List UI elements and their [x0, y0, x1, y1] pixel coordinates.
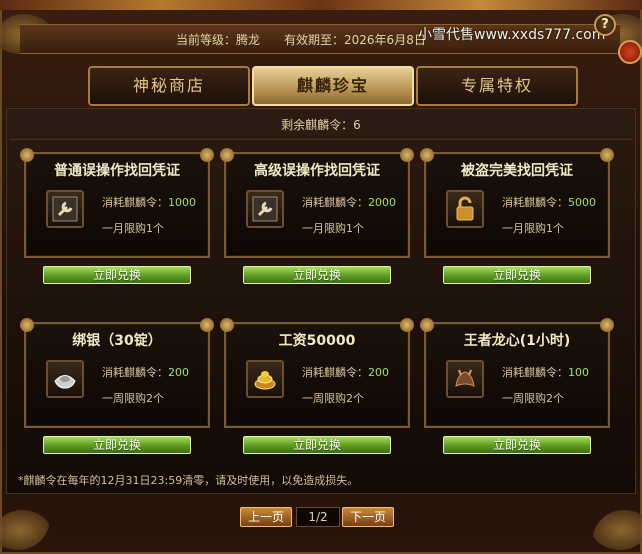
help-icon[interactable]: ?	[594, 14, 616, 36]
remaining-tokens: 剩余麒麟令：6	[10, 110, 632, 140]
item-title: 被盗完美找回凭证	[461, 163, 573, 179]
item-cost: 消耗麒麟令：1000	[102, 194, 196, 210]
item-title: 高级误操作找回凭证	[254, 163, 380, 179]
cost-value: 200	[168, 366, 189, 379]
tab-exclusive-privilege[interactable]: 专属特权	[416, 66, 578, 106]
shop-item-card: 高级误操作找回凭证 消耗麒麟令：2000 一月限购1个	[220, 148, 414, 258]
wrench-icon	[52, 196, 78, 222]
expiry-label: 有效期至：	[284, 33, 345, 47]
item-limit: 一月限购1个	[302, 222, 364, 235]
top-banner	[0, 0, 642, 10]
item-title: 工资50000	[278, 333, 356, 349]
cost-prefix: 消耗麒麟令：	[302, 196, 368, 209]
shop-item-card: 绑银（30锭） 消耗麒麟令：200 一周限购2个	[20, 318, 214, 428]
dragon-heart-icon	[452, 366, 478, 392]
item-cost: 消耗麒麟令：5000	[502, 194, 596, 210]
prev-page-button[interactable]: 上一页	[240, 507, 292, 527]
gold-coins-icon	[252, 366, 278, 392]
item-limit: 一周限购2个	[102, 392, 164, 405]
level-info: 当前等级：腾龙	[176, 31, 260, 48]
cost-prefix: 消耗麒麟令：	[102, 196, 168, 209]
item-slot[interactable]	[446, 360, 484, 398]
item-slot[interactable]	[246, 360, 284, 398]
tab-mystery-shop[interactable]: 神秘商店	[88, 66, 250, 106]
item-slot[interactable]	[446, 190, 484, 228]
watermark-text: 小雪代售www.xxds777.com	[418, 27, 606, 43]
shop-item-card: 被盗完美找回凭证 消耗麒麟令：5000 一月限购1个	[420, 148, 614, 258]
cost-prefix: 消耗麒麟令：	[102, 366, 168, 379]
cost-value: 1000	[168, 196, 196, 209]
item-title: 王者龙心(1小时)	[463, 333, 571, 349]
cost-value: 200	[368, 366, 389, 379]
next-page-button[interactable]: 下一页	[342, 507, 394, 527]
exchange-button[interactable]: 立即兑换	[43, 266, 191, 284]
shop-item-card: 工资50000 消耗麒麟令：200 一周限购2个	[220, 318, 414, 428]
wrench-icon	[252, 196, 278, 222]
item-cost: 消耗麒麟令：200	[302, 364, 389, 380]
item-limit: 一月限购1个	[502, 222, 564, 235]
lock-icon	[452, 196, 478, 222]
silver-ingot-icon	[52, 366, 78, 392]
level-label: 当前等级：	[176, 33, 237, 47]
cost-prefix: 消耗麒麟令：	[502, 196, 568, 209]
shop-item-card: 王者龙心(1小时) 消耗麒麟令：100 一周限购2个	[420, 318, 614, 428]
cost-value: 5000	[568, 196, 596, 209]
cost-value: 100	[568, 366, 589, 379]
exchange-button[interactable]: 立即兑换	[243, 266, 391, 284]
item-slot[interactable]	[46, 360, 84, 398]
expiry-info: 有效期至：2026年6月8日	[284, 31, 426, 48]
item-cost: 消耗麒麟令：200	[102, 364, 189, 380]
page-indicator: 1/2	[296, 507, 340, 527]
item-slot[interactable]	[46, 190, 84, 228]
tab-qilin-treasure[interactable]: 麒麟珍宝	[252, 66, 414, 106]
item-limit: 一月限购1个	[102, 222, 164, 235]
item-slot[interactable]	[246, 190, 284, 228]
exchange-button[interactable]: 立即兑换	[443, 436, 591, 454]
item-limit: 一周限购2个	[502, 392, 564, 405]
reset-note: *麒麟令在每年的12月31日23:59清零，请及时使用，以免造成损失。	[18, 474, 359, 487]
exchange-button[interactable]: 立即兑换	[443, 266, 591, 284]
exchange-button[interactable]: 立即兑换	[43, 436, 191, 454]
cost-value: 2000	[368, 196, 396, 209]
shop-item-card: 普通误操作找回凭证 消耗麒麟令：1000 一月限购1个	[20, 148, 214, 258]
item-title: 普通误操作找回凭证	[54, 163, 180, 179]
exchange-button[interactable]: 立即兑换	[243, 436, 391, 454]
level-value: 腾龙	[236, 33, 261, 47]
expiry-value: 2026年6月8日	[344, 33, 426, 47]
item-title: 绑银（30锭）	[72, 333, 162, 349]
item-cost: 消耗麒麟令：2000	[302, 194, 396, 210]
cost-prefix: 消耗麒麟令：	[302, 366, 368, 379]
close-icon[interactable]	[618, 40, 642, 64]
cost-prefix: 消耗麒麟令：	[502, 366, 568, 379]
item-limit: 一周限购2个	[302, 392, 364, 405]
item-cost: 消耗麒麟令：100	[502, 364, 589, 380]
